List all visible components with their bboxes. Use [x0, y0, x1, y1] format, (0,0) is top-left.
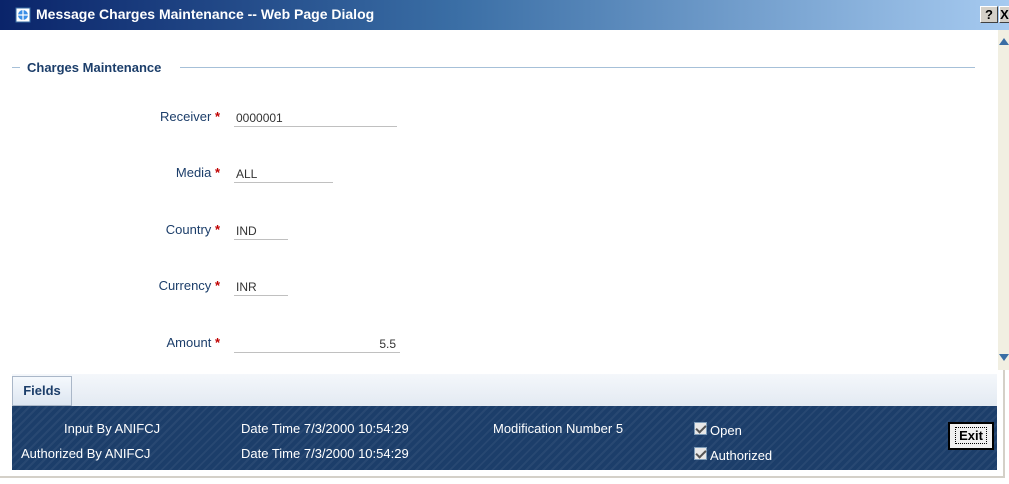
authorized-label: Authorized: [710, 448, 773, 463]
input-by: Input By ANIFCJ: [64, 421, 161, 436]
tab-bar: [12, 374, 997, 406]
scroll-up-icon[interactable]: [999, 38, 1009, 45]
auth-date-time: Date Time 7/3/2000 10:54:29: [241, 446, 409, 461]
required-marker: *: [214, 165, 220, 180]
receiver-label: Receiver *: [20, 109, 220, 124]
title-bar: Message Charges Maintenance -- Web Page …: [0, 0, 1009, 30]
required-marker: *: [214, 222, 220, 237]
receiver-label-text: Receiver: [160, 109, 212, 124]
required-marker: *: [214, 278, 220, 293]
vertical-scrollbar[interactable]: [998, 30, 1009, 370]
amount-label-text: Amount: [166, 335, 212, 350]
required-marker: *: [214, 335, 220, 350]
receiver-field[interactable]: 0000001: [234, 109, 397, 127]
amount-field[interactable]: 5.5: [234, 335, 400, 353]
open-label: Open: [710, 423, 742, 438]
country-field[interactable]: IND: [234, 222, 288, 240]
media-field[interactable]: ALL: [234, 165, 333, 183]
ie-page-icon: [15, 7, 31, 23]
close-button[interactable]: X: [999, 6, 1009, 23]
window-title: Message Charges Maintenance -- Web Page …: [36, 6, 375, 22]
help-button[interactable]: ?: [980, 6, 998, 23]
scroll-down-icon[interactable]: [999, 354, 1009, 361]
authorized-by: Authorized By ANIFCJ: [21, 446, 151, 461]
authorized-checkbox[interactable]: [694, 447, 707, 460]
open-checkbox[interactable]: [694, 422, 707, 435]
currency-field[interactable]: INR: [234, 278, 288, 296]
section-divider-right: [180, 67, 975, 68]
media-label: Media *: [20, 165, 220, 180]
section-divider-left: [12, 67, 20, 68]
country-label-text: Country: [165, 222, 212, 237]
currency-label: Currency *: [20, 278, 220, 293]
tab-fields[interactable]: Fields: [12, 376, 72, 406]
required-marker: *: [214, 109, 220, 124]
modification-number: Modification Number 5: [493, 421, 624, 436]
exit-button[interactable]: Exit: [948, 422, 994, 450]
section-title: Charges Maintenance: [23, 60, 166, 75]
content-area: Charges Maintenance Receiver * 0000001 M…: [0, 30, 998, 370]
exit-button-label: Exit: [955, 427, 987, 444]
currency-label-text: Currency: [158, 278, 212, 293]
country-label: Country *: [20, 222, 220, 237]
input-date-time: Date Time 7/3/2000 10:54:29: [241, 421, 409, 436]
amount-label: Amount *: [20, 335, 221, 350]
audit-footer: Input By ANIFCJ Authorized By ANIFCJ Dat…: [12, 406, 997, 470]
media-label-text: Media: [175, 165, 212, 180]
